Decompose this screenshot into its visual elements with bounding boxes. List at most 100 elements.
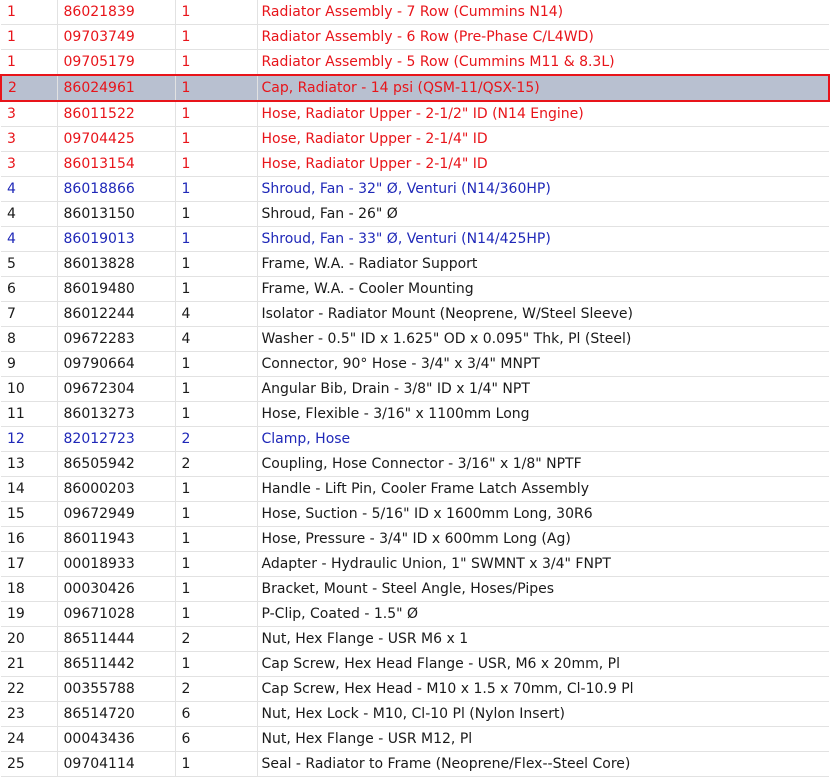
quantity-cell: 1 (175, 376, 258, 403)
part-number-cell: 86019013 (57, 226, 176, 253)
part-number-cell: 86019480 (57, 276, 176, 303)
description-cell: Angular Bib, Drain - 3/8" ID x 1/4" NPT (257, 376, 829, 403)
part-number-cell: 82012723 (57, 426, 176, 453)
description-cell: Connector, 90° Hose - 3/4" x 3/4" MNPT (257, 351, 829, 378)
ref-number-cell: 24 (1, 726, 58, 753)
table-row[interactable]: 3 86013154 1 Hose, Radiator Upper - 2-1/4" … (1, 151, 829, 178)
part-number-cell: 86511442 (57, 651, 176, 678)
table-row[interactable]: 9 09790664 1 Connector, 90° Hose - 3/4" x 3… (1, 351, 829, 378)
description-cell: Frame, W.A. - Cooler Mounting (257, 276, 829, 303)
table-row[interactable]: 20 86511444 2 Nut, Hex Flange - USR M6 x 1 (1, 626, 829, 653)
ref-number-cell: 20 (1, 626, 58, 653)
description-cell: Seal - Radiator to Frame (Neoprene/Flex-… (257, 751, 829, 778)
ref-number-cell: 7 (1, 301, 58, 328)
table-row-selected[interactable]: 2 86024961 1 Cap, Radiator - 14 psi (QSM-11… (0, 74, 830, 103)
table-row[interactable]: 3 09704425 1 Hose, Radiator Upper - 2-1/4" … (1, 126, 829, 153)
table-row[interactable]: 3 86011522 1 Hose, Radiator Upper - 2-1/2" … (1, 101, 829, 128)
quantity-cell: 1 (175, 526, 258, 553)
table-row[interactable]: 4 86019013 1 Shroud, Fan - 33" Ø, Venturi (… (1, 226, 829, 253)
table-row[interactable]: 1 09705179 1 Radiator Assembly - 5 Row (Cum… (1, 49, 829, 76)
ref-number-cell: 1 (1, 24, 58, 51)
ref-number-cell: 13 (1, 451, 58, 478)
quantity-cell: 1 (175, 401, 258, 428)
quantity-cell: 1 (175, 176, 258, 203)
description-cell: Hose, Radiator Upper - 2-1/2" ID (N14 En… (257, 101, 829, 128)
description-cell: Washer - 0.5" ID x 1.625" OD x 0.095" Th… (257, 326, 829, 353)
part-number-cell: 09703749 (57, 24, 176, 51)
part-number-cell: 09672283 (57, 326, 176, 353)
description-cell: Frame, W.A. - Radiator Support (257, 251, 829, 278)
quantity-cell: 1 (175, 74, 258, 103)
part-number-cell: 86018866 (57, 176, 176, 203)
ref-number-cell: 10 (1, 376, 58, 403)
ref-number-cell: 15 (1, 501, 58, 528)
table-row[interactable]: 14 86000203 1 Handle - Lift Pin, Cooler Fra… (1, 476, 829, 503)
table-row[interactable]: 4 86013150 1 Shroud, Fan - 26" Ø (1, 201, 829, 228)
table-row[interactable]: 10 09672304 1 Angular Bib, Drain - 3/8" ID … (1, 376, 829, 403)
ref-number-cell: 22 (1, 676, 58, 703)
quantity-cell: 1 (175, 201, 258, 228)
quantity-cell: 1 (175, 576, 258, 603)
description-cell: Nut, Hex Lock - M10, Cl-10 Pl (Nylon Ins… (257, 701, 829, 728)
description-cell: Nut, Hex Flange - USR M12, Pl (257, 726, 829, 753)
part-number-cell: 09704114 (57, 751, 176, 778)
table-row[interactable]: 1 09703749 1 Radiator Assembly - 6 Row (Pre… (1, 24, 829, 51)
table-row[interactable]: 5 86013828 1 Frame, W.A. - Radiator Support (1, 251, 829, 278)
description-cell: Coupling, Hose Connector - 3/16" x 1/8" … (257, 451, 829, 478)
table-row[interactable]: 25 09704114 1 Seal - Radiator to Frame (Neo… (1, 751, 829, 778)
table-row[interactable]: 19 09671028 1 P-Clip, Coated - 1.5" Ø (1, 601, 829, 628)
description-cell: Cap, Radiator - 14 psi (QSM-11/QSX-15) (257, 74, 830, 103)
table-row[interactable]: 11 86013273 1 Hose, Flexible - 3/16" x 1100… (1, 401, 829, 428)
table-row[interactable]: 18 00030426 1 Bracket, Mount - Steel Angle,… (1, 576, 829, 603)
table-row[interactable]: 22 00355788 2 Cap Screw, Hex Head - M10 x 1… (1, 676, 829, 703)
description-cell: Hose, Suction - 5/16" ID x 1600mm Long, … (257, 501, 829, 528)
description-cell: Shroud, Fan - 26" Ø (257, 201, 829, 228)
description-cell: Radiator Assembly - 7 Row (Cummins N14) (257, 0, 829, 26)
quantity-cell: 2 (175, 426, 258, 453)
table-row[interactable]: 1 86021839 1 Radiator Assembly - 7 Row (Cum… (1, 0, 829, 26)
part-number-cell: 86000203 (57, 476, 176, 503)
table-row[interactable]: 15 09672949 1 Hose, Suction - 5/16" ID x 16… (1, 501, 829, 528)
ref-number-cell: 23 (1, 701, 58, 728)
part-number-cell: 09705179 (57, 49, 176, 76)
quantity-cell: 1 (175, 126, 258, 153)
quantity-cell: 1 (175, 151, 258, 178)
ref-number-cell: 5 (1, 251, 58, 278)
table-row[interactable]: 12 82012723 2 Clamp, Hose (1, 426, 829, 453)
table-row[interactable]: 6 86019480 1 Frame, W.A. - Cooler Mounting (1, 276, 829, 303)
quantity-cell: 1 (175, 651, 258, 678)
description-cell: Shroud, Fan - 33" Ø, Venturi (N14/425HP) (257, 226, 829, 253)
part-number-cell: 86011522 (57, 101, 176, 128)
table-row[interactable]: 13 86505942 2 Coupling, Hose Connector - 3/… (1, 451, 829, 478)
ref-number-cell: 1 (1, 0, 58, 26)
quantity-cell: 1 (175, 0, 258, 26)
table-row[interactable]: 8 09672283 4 Washer - 0.5" ID x 1.625" OD x… (1, 326, 829, 353)
part-number-cell: 09672949 (57, 501, 176, 528)
table-row[interactable]: 24 00043436 6 Nut, Hex Flange - USR M12, Pl (1, 726, 829, 753)
ref-number-cell: 11 (1, 401, 58, 428)
parts-list-table: 1 86021839 1 Radiator Assembly - 7 Row (Cum… (0, 0, 830, 778)
table-row[interactable]: 7 86012244 4 Isolator - Radiator Mount (Neo… (1, 301, 829, 328)
ref-number-cell: 8 (1, 326, 58, 353)
ref-number-cell: 4 (1, 201, 58, 228)
description-cell: Clamp, Hose (257, 426, 829, 453)
quantity-cell: 2 (175, 676, 258, 703)
table-row[interactable]: 21 86511442 1 Cap Screw, Hex Head Flange - … (1, 651, 829, 678)
quantity-cell: 6 (175, 701, 258, 728)
quantity-cell: 2 (175, 451, 258, 478)
description-cell: Radiator Assembly - 5 Row (Cummins M11 &… (257, 49, 829, 76)
part-number-cell: 86011943 (57, 526, 176, 553)
quantity-cell: 1 (175, 476, 258, 503)
table-row[interactable]: 4 86018866 1 Shroud, Fan - 32" Ø, Venturi (… (1, 176, 829, 203)
part-number-cell: 00043436 (57, 726, 176, 753)
parts-list-body: 1 86021839 1 Radiator Assembly - 7 Row (Cum… (0, 0, 830, 778)
description-cell: Adapter - Hydraulic Union, 1" SWMNT x 3/… (257, 551, 829, 578)
table-row[interactable]: 23 86514720 6 Nut, Hex Lock - M10, Cl-10 Pl… (1, 701, 829, 728)
table-row[interactable]: 17 00018933 1 Adapter - Hydraulic Union, 1"… (1, 551, 829, 578)
table-row[interactable]: 16 86011943 1 Hose, Pressure - 3/4" ID x 60… (1, 526, 829, 553)
ref-number-cell: 1 (1, 49, 58, 76)
description-cell: Hose, Radiator Upper - 2-1/4" ID (257, 151, 829, 178)
quantity-cell: 1 (175, 351, 258, 378)
part-number-cell: 86021839 (57, 0, 176, 26)
ref-number-cell: 4 (1, 176, 58, 203)
